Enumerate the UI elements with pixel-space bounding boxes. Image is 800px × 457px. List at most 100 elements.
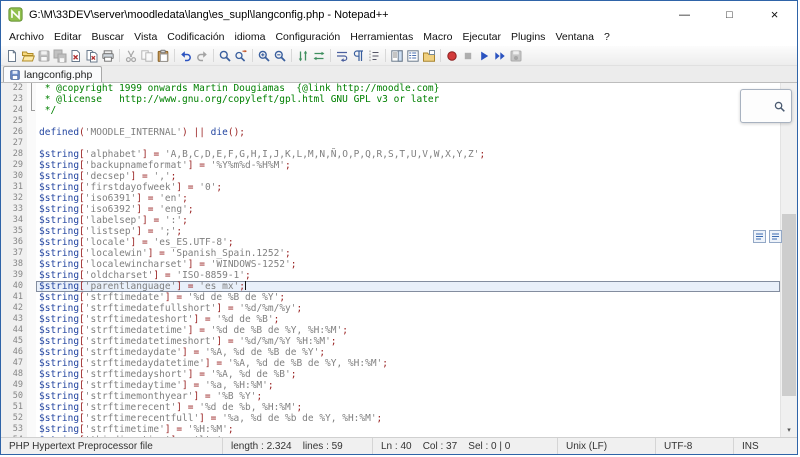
minimize-button[interactable]: — [662,1,707,28]
code-line-22[interactable]: 22 * @copyright 1999 onwards Martin Doug… [1,83,780,94]
code-line-45[interactable]: 45 $string['strftimedatetimeshort'] = '%d… [1,336,780,347]
save-all-button[interactable] [52,48,68,64]
stop-recording-button[interactable] [460,48,476,64]
code-line-24[interactable]: 24 */ [1,105,780,116]
menu-item-macro[interactable]: Macro [418,29,457,45]
status-insert-mode[interactable]: INS [734,438,797,454]
fold-margin [27,270,36,281]
code-line-49[interactable]: 49 $string['strftimedaytime'] = '%a, %H:%… [1,380,780,391]
menu-item-configuracion[interactable]: Configuración [270,29,345,45]
code-line-26[interactable]: 26 defined('MOODLE_INTERNAL') || die(); [1,127,780,138]
fold-margin [27,380,36,391]
menu-item-herramientas[interactable]: Herramientas [345,29,418,45]
zoom-in-button[interactable] [256,48,272,64]
menu-item-plugins[interactable]: Plugins [506,29,550,45]
code-line-34[interactable]: 34 $string['labelsep'] = ':'; [1,215,780,226]
vertical-scrollbar[interactable]: ▴ ▾ [780,83,797,437]
sync-vertical-scroll-button[interactable] [295,48,311,64]
menu-item-ejecutar[interactable]: Ejecutar [457,29,506,45]
menu-item-help[interactable]: ? [599,29,615,45]
menu-item-codificacion[interactable]: Codificación [162,29,229,45]
code-line-30[interactable]: 30 $string['decsep'] = ','; [1,171,780,182]
copy-button[interactable] [139,48,155,64]
code-line-27[interactable]: 27 [1,138,780,149]
menu-item-vista[interactable]: Vista [129,29,162,45]
code-line-51[interactable]: 51 $string['strftimerecent'] = '%d de %b,… [1,402,780,413]
line-number: 31 [1,182,27,193]
code-line-44[interactable]: 44 $string['strftimedatetime'] = '%d de %… [1,325,780,336]
code-line-31[interactable]: 31 $string['firstdayofweek'] = '0'; [1,182,780,193]
statusbar: PHP Hypertext Preprocessor file length :… [1,437,797,454]
code-line-37[interactable]: 37 $string['localewin'] = 'Spanish_Spain.… [1,248,780,259]
line-number: 47 [1,358,27,369]
code-line-50[interactable]: 50 $string['strftimemonthyear'] = '%B %Y'… [1,391,780,402]
code-line-46[interactable]: 46 $string['strftimedaydate'] = '%A, %d d… [1,347,780,358]
panel-button-2[interactable] [769,230,782,243]
code-line-29[interactable]: 29 $string['backupnameformat'] = '%Y%m%d-… [1,160,780,171]
line-number: 51 [1,402,27,413]
sync-vertical-scroll-icon [298,50,308,61]
fold-margin [27,336,36,347]
run-macro-multiple-button[interactable] [492,48,508,64]
show-all-characters-button[interactable] [350,48,366,64]
function-list-button[interactable] [405,48,421,64]
close-file-button[interactable] [68,48,84,64]
code-line-36[interactable]: 36 $string['locale'] = 'es_ES.UTF-8'; [1,237,780,248]
status-eol-format[interactable]: Unix (LF) [558,438,656,454]
maximize-button[interactable]: □ [707,1,752,28]
code-text: $string['strftimedateshort'] = '%d de %B… [39,314,280,325]
redo-button[interactable] [194,48,210,64]
code-line-38[interactable]: 38 $string['localewincharset'] = 'WINDOWS… [1,259,780,270]
cut-button[interactable] [123,48,139,64]
floating-tool-panel[interactable] [740,89,792,123]
zoom-out-button[interactable] [272,48,288,64]
save-file-button[interactable] [36,48,52,64]
sync-horizontal-scroll-button[interactable] [311,48,327,64]
menu-item-buscar[interactable]: Buscar [86,29,129,45]
code-line-43[interactable]: 43 $string['strftimedateshort'] = '%d de … [1,314,780,325]
code-line-23[interactable]: 23 * @license http://www.gnu.org/copylef… [1,94,780,105]
editor-area[interactable]: 22 * @copyright 1999 onwards Martin Doug… [1,83,797,437]
code-line-39[interactable]: 39 $string['oldcharset'] = 'ISO-8859-1'; [1,270,780,281]
close-button[interactable]: × [752,1,797,28]
status-encoding[interactable]: UTF-8 [656,438,734,454]
code-line-53[interactable]: 53 $string['strftimetime'] = '%H:%M'; [1,424,780,435]
menu-item-archivo[interactable]: Archivo [4,29,49,45]
panel-button-1[interactable] [753,230,766,243]
undo-button[interactable] [178,48,194,64]
document-map-button[interactable] [389,48,405,64]
word-wrap-button[interactable] [334,48,350,64]
code-line-33[interactable]: 33 $string['iso6392'] = 'eng'; [1,204,780,215]
save-recorded-macro-button[interactable] [508,48,524,64]
find-button[interactable] [217,48,233,64]
code-line-52[interactable]: 52 $string['strftimerecentfull'] = '%a, %… [1,413,780,424]
menu-item-idioma[interactable]: idioma [230,29,271,45]
menu-item-ventana[interactable]: Ventana [550,29,599,45]
code-line-40[interactable]: 40 $string['parentlanguage'] = 'es_mx'; [1,281,780,292]
close-all-button[interactable] [84,48,100,64]
code-line-48[interactable]: 48 $string['strftimedayshort'] = '%A, %d … [1,369,780,380]
code-line-32[interactable]: 32 $string['iso6391'] = 'en'; [1,193,780,204]
scrollbar-thumb[interactable] [782,214,796,396]
new-file-button[interactable] [4,48,20,64]
folder-as-workspace-button[interactable] [421,48,437,64]
paste-button[interactable] [155,48,171,64]
code-line-25[interactable]: 25 [1,116,780,127]
scroll-down-arrow[interactable]: ▾ [781,422,797,437]
code-line-41[interactable]: 41 $string['strftimedate'] = '%d de %B de… [1,292,780,303]
code-line-47[interactable]: 47 $string['strftimedaydatetime'] = '%A, … [1,358,780,369]
replace-button[interactable] [233,48,249,64]
code-line-28[interactable]: 28 $string['alphabet'] = 'A,B,C,D,E,F,G,H… [1,149,780,160]
indent-guide-button[interactable] [366,48,382,64]
fold-margin [27,204,36,215]
code-line-35[interactable]: 35 $string['listsep'] = ';'; [1,226,780,237]
print-button[interactable] [100,48,116,64]
toolbar-separator [119,49,120,62]
code-line-42[interactable]: 42 $string['strftimedatefullshort'] = '%d… [1,303,780,314]
record-macro-button[interactable] [444,48,460,64]
open-file-button[interactable] [20,48,36,64]
sync-horizontal-scroll-icon [313,51,325,60]
menu-item-editar[interactable]: Editar [49,29,86,45]
playback-macro-button[interactable] [476,48,492,64]
tab-langconfig[interactable]: langconfig.php [3,66,103,82]
